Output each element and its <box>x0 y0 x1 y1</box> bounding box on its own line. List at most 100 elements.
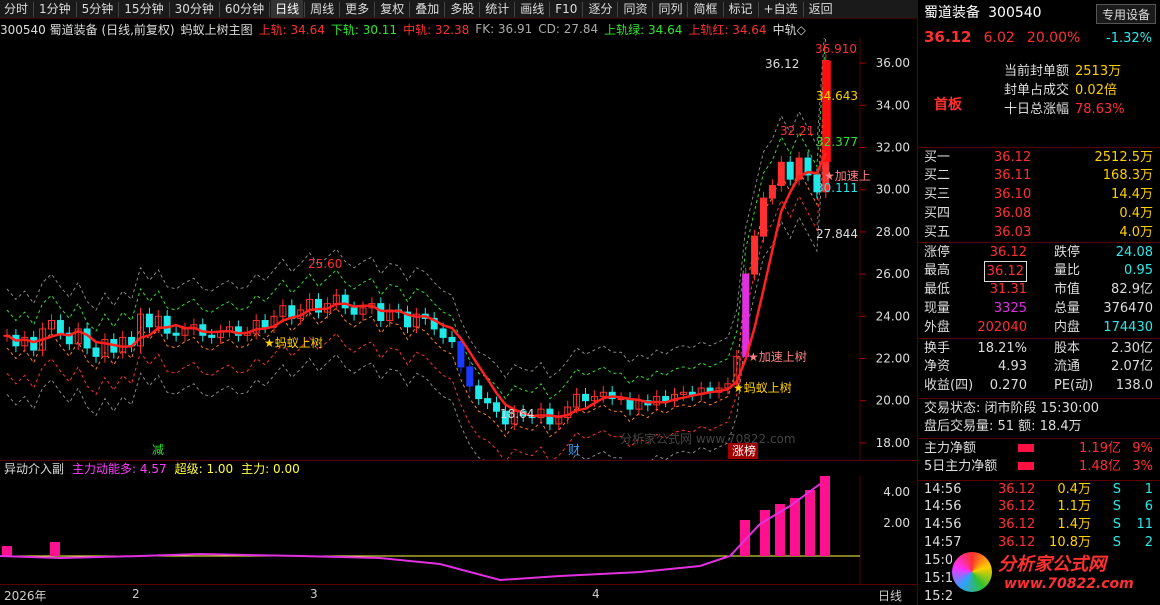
toolbar-divider <box>514 1 516 17</box>
candle-body <box>56 320 64 334</box>
annotation-25-60: 25.60 <box>308 257 342 271</box>
candle-body <box>786 161 794 180</box>
y-tick-label: 32.00 <box>876 141 910 155</box>
toolbar-item-16[interactable]: 同资 <box>619 0 651 18</box>
toolbar-item-18[interactable]: 简框 <box>689 0 721 18</box>
candle-body <box>350 307 358 315</box>
stat-value: 202040 <box>977 320 1027 335</box>
toolbar-item-20[interactable]: +自选 <box>760 0 802 18</box>
toolbar-item-10[interactable]: 叠加 <box>411 0 443 18</box>
candle-body <box>341 294 349 309</box>
toolbar-item-12[interactable]: 统计 <box>481 0 513 18</box>
tick-row: 14:56 36.12 0.4万 S 1 <box>918 480 1160 498</box>
bid-row: 买三 36.10 14.4万 <box>918 185 1160 204</box>
toolbar-item-0[interactable]: 分时 <box>0 0 32 18</box>
candle-body <box>92 347 100 357</box>
toolbar-item-1[interactable]: 1分钟 <box>35 0 75 18</box>
annotation-high: 36.910 <box>815 42 857 56</box>
stock-name: 蜀道装备 <box>924 5 980 21</box>
toolbar-divider <box>757 1 759 17</box>
toolbar-item-17[interactable]: 同列 <box>654 0 686 18</box>
toolbar-item-14[interactable]: F10 <box>551 0 581 18</box>
bid-volume: 0.4万 <box>1119 206 1153 221</box>
stat-value: 2.30亿 <box>1111 341 1153 356</box>
y-tick-label: 28.00 <box>876 225 910 239</box>
toolbar-item-19[interactable]: 标记 <box>725 0 757 18</box>
stat-value: 2.07亿 <box>1111 359 1153 374</box>
toolbar-divider <box>479 1 481 17</box>
watermark: 分析家公式网 www.70822.com <box>620 432 796 446</box>
energy-bar <box>740 520 750 556</box>
sub-formula-name[interactable]: 异动介入副 <box>4 461 64 476</box>
toolbar-item-3[interactable]: 15分钟 <box>120 0 167 18</box>
toolbar-item-5[interactable]: 60分钟 <box>221 0 268 18</box>
y-tick-label: 18.00 <box>876 436 910 450</box>
toolbar-item-13[interactable]: 画线 <box>516 0 548 18</box>
annotation-accel-2: ★加速上树 <box>748 349 807 364</box>
industry-pct: -1.32% <box>1106 31 1152 46</box>
stat-value: 0.270 <box>989 378 1027 393</box>
price-change: 6.02 <box>983 30 1015 46</box>
y-tick-label: 34.00 <box>876 98 910 112</box>
toolbar-item-7[interactable]: 周线 <box>306 0 338 18</box>
x-axis-label: 3 <box>310 587 318 601</box>
toolbar-item-11[interactable]: 多股 <box>446 0 478 18</box>
toolbar-divider <box>617 1 619 17</box>
energy-line <box>0 483 821 582</box>
candle-body <box>662 395 670 402</box>
annotation-32-377: 32.377 <box>816 135 858 149</box>
bid-volume: 4.0万 <box>1119 225 1153 240</box>
stat-key: 外盘 <box>924 320 951 335</box>
y-tick-label: 20.00 <box>876 394 910 408</box>
flow-key: 5日主力净额 <box>924 459 998 474</box>
brand-logo: 分析家公式网 www.70822.com <box>952 548 1158 600</box>
flow-row: 主力净额 1.19亿 9% <box>918 438 1160 457</box>
zhuli-value: 主力: 0.00 <box>241 462 300 476</box>
seal-row: 当前封单额 2513万 <box>1004 62 1154 81</box>
stat-key: 跌停 <box>1054 245 1081 260</box>
board-label: 首板 <box>934 97 962 113</box>
tick-side: S <box>1112 499 1121 514</box>
brand-icon <box>952 552 992 592</box>
flow-value: 1.19亿 <box>1079 441 1121 456</box>
sub-y-tick-label: 4.00 <box>883 485 910 499</box>
toolbar-item-15[interactable]: 逐分 <box>584 0 616 18</box>
sub-y-tick-label: 2.00 <box>883 516 910 530</box>
stock-title: 300540 蜀道装备 (日线,前复权) <box>0 22 175 37</box>
tick-count: 11 <box>1136 517 1153 532</box>
annotation-accel-1: ★加速上 <box>824 169 871 183</box>
bid-price: 36.11 <box>994 168 1032 183</box>
bid-volume: 14.4万 <box>1111 187 1153 202</box>
x-axis-label: 日线 <box>878 589 903 603</box>
last-price: 36.12 <box>924 28 972 46</box>
annotation-ant-2: ★蚂蚁上树 <box>733 380 792 395</box>
formula-name[interactable]: 蚂蚁上树主图 <box>181 21 253 38</box>
bid-level: 买四 <box>924 206 951 221</box>
candle-body <box>439 328 447 338</box>
annotation-ant-1: ★蚂蚁上树 <box>264 335 323 350</box>
annotation-30-111: 30.111 <box>816 181 858 195</box>
industry-tag[interactable]: 专用设备 <box>1096 4 1156 24</box>
toolbar-item-4[interactable]: 30分钟 <box>171 0 218 18</box>
annotation-cai: 财 <box>568 443 580 457</box>
price-pct: 20.00% <box>1026 30 1081 46</box>
bid-row: 买四 36.08 0.4万 <box>918 204 1160 223</box>
toolbar-item-8[interactable]: 更多 <box>341 0 373 18</box>
stat-value: 4.93 <box>998 359 1027 374</box>
y-tick-label: 26.00 <box>876 267 910 281</box>
bid-level: 买三 <box>924 187 951 202</box>
toolbar-item-6[interactable]: 日线 <box>271 0 304 18</box>
toolbar-item-21[interactable]: 返回 <box>805 0 837 18</box>
stat-value: 82.9亿 <box>1111 282 1153 297</box>
candle-body <box>493 402 500 412</box>
toolbar-item-2[interactable]: 5分钟 <box>78 0 118 18</box>
trend-line <box>6 152 827 418</box>
y-tick-label: 36.00 <box>876 56 910 70</box>
sub-indicator-chart[interactable]: 4.00 2.00 <box>0 476 917 584</box>
candle-body <box>466 366 474 387</box>
candlestick-chart[interactable]: 36.00 34.00 32.00 30.00 28.00 26.00 24.00 22.00… <box>0 38 917 460</box>
upper-green-value: 上轨绿: 34.64 <box>604 22 683 37</box>
toolbar-divider <box>802 1 804 17</box>
toolbar-item-9[interactable]: 复权 <box>376 0 408 18</box>
toolbar-divider <box>33 1 35 17</box>
